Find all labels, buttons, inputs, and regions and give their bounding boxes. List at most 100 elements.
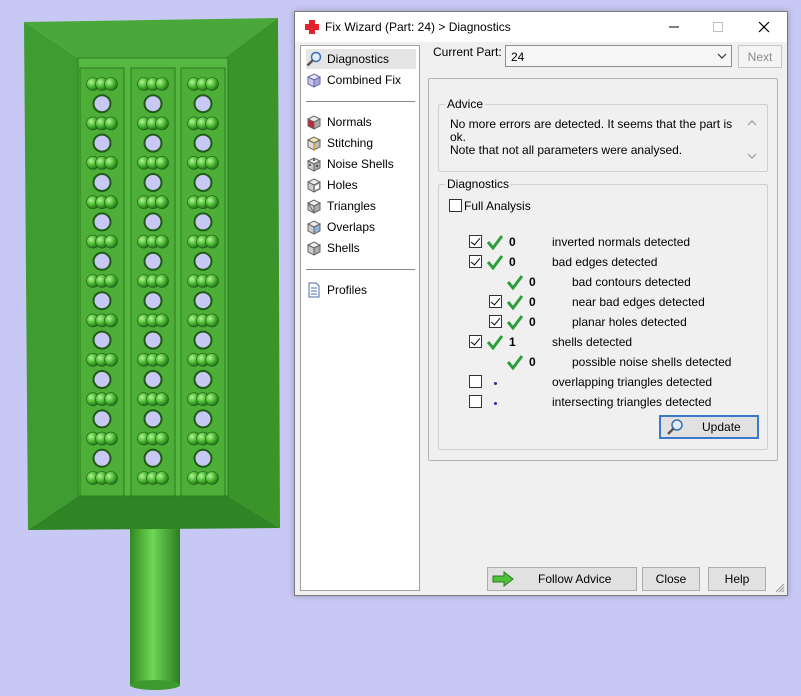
nav-item-normals[interactable]: Normals [306,112,416,132]
diagnostic-checkbox[interactable] [469,395,482,408]
through-hole [143,173,163,192]
advice-group: Advice No more errors are detected. It s… [438,97,768,172]
maximize-button[interactable] [695,12,741,42]
through-hole [143,291,163,311]
sphere [155,392,169,407]
resize-grip-icon[interactable] [775,583,785,593]
diagnostic-checkbox[interactable] [469,335,482,348]
sphere [155,274,169,288]
help-button[interactable]: Help [708,567,766,591]
diagnostic-checkbox[interactable] [469,255,482,268]
stitching-cube-icon [306,136,322,151]
document-icon [308,282,320,298]
diagnostic-checkbox[interactable] [469,375,482,388]
stem [130,525,180,685]
sphere [155,195,169,209]
through-hole [143,94,163,114]
through-hole [92,291,112,311]
through-hole [143,370,163,389]
overlaps-cube-icon [306,220,322,235]
diagnostic-label: planar holes detected [572,315,687,329]
normals-cube-icon [306,115,322,130]
green-check-icon [487,255,503,270]
through-hole [193,448,213,468]
green-check-icon [487,335,503,350]
diagnostic-checkbox[interactable] [489,295,502,308]
sphere [155,352,169,367]
diagnostic-count: 0 [509,235,516,249]
diagnostic-label: overlapping triangles detected [552,375,713,389]
wizard-nav-panel: Diagnostics Combined Fix Normals Stitchi… [300,45,420,591]
sphere [205,77,219,91]
nav-item-label: Holes [327,178,358,192]
through-hole [143,212,163,232]
triangles-cube-icon [306,199,322,214]
update-label: Update [702,420,741,434]
through-hole [143,448,163,468]
diagnostic-label: intersecting triangles detected [552,395,712,409]
sphere [205,195,219,209]
through-hole [92,94,112,114]
combined-fix-cube-icon [306,73,322,88]
green-check-icon [487,235,503,250]
nav-item-diagnostics[interactable]: Diagnostics [306,49,416,69]
nav-item-combined-fix[interactable]: Combined Fix [306,70,416,90]
through-hole [143,251,163,271]
diagnostic-count: 0 [529,315,536,329]
sphere [205,471,219,485]
through-hole [92,251,112,271]
current-part-value: 24 [511,50,525,64]
through-hole [193,370,213,389]
follow-advice-button[interactable]: Follow Advice [487,567,637,591]
nav-item-overlaps[interactable]: Overlaps [306,217,416,237]
sphere [155,431,169,446]
green-check-icon [507,295,523,310]
sphere [205,156,219,170]
close-button[interactable]: Close [642,567,700,591]
pending-dot-icon [494,382,497,385]
nav-item-triangles[interactable]: Triangles [306,196,416,216]
diagnostic-count: 0 [529,355,536,369]
magnifier-icon [667,419,683,435]
nav-item-label: Triangles [327,199,376,213]
through-hole [92,173,112,192]
minimize-button[interactable] [651,12,697,42]
shells-cube-icon [306,241,322,256]
sphere [155,77,169,91]
through-hole [143,409,163,429]
full-analysis-checkbox[interactable] [449,199,462,212]
advice-text: No more errors are detected. It seems th… [450,118,750,157]
sphere [155,313,169,328]
plate-bevel-left [24,22,78,530]
diagnostic-checkbox[interactable] [469,235,482,248]
nav-divider [306,269,415,270]
sphere [155,116,169,131]
nav-item-noise-shells[interactable]: Noise Shells [306,154,416,174]
red-cross-icon [305,20,319,34]
nav-item-profiles[interactable]: Profiles [306,280,416,300]
advice-heading: Advice [445,97,486,111]
nav-item-shells[interactable]: Shells [306,238,416,258]
nav-item-stitching[interactable]: Stitching [306,133,416,153]
advice-scrollbar[interactable] [745,117,759,162]
title-bar[interactable]: Fix Wizard (Part: 24) > Diagnostics [295,12,787,42]
diagnostic-label: inverted normals detected [552,235,691,249]
current-part-select[interactable]: 24 [505,45,732,67]
plate-bevel-right [224,18,280,528]
through-hole [143,133,163,153]
close-window-button[interactable] [741,12,787,42]
diagnostic-label: bad contours detected [572,275,691,289]
sphere [104,471,118,485]
nav-item-holes[interactable]: Holes [306,175,416,195]
green-check-icon [507,275,523,290]
through-hole [92,133,112,153]
nav-divider [306,101,415,102]
diagnostic-checkbox[interactable] [489,315,502,328]
through-hole [92,370,112,389]
window-title: Fix Wizard (Part: 24) > Diagnostics [325,20,511,34]
sphere [205,352,219,367]
green-check-icon [507,315,523,330]
through-hole [193,330,213,350]
next-button[interactable]: Next [738,45,782,68]
update-button[interactable]: Update [659,415,759,439]
